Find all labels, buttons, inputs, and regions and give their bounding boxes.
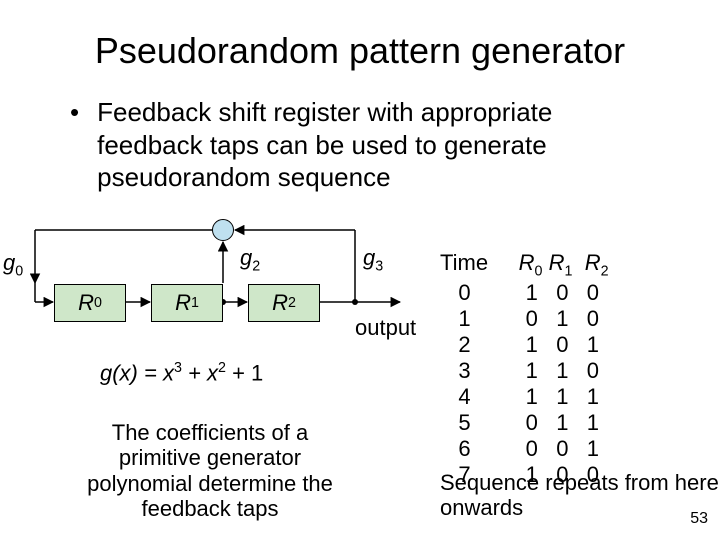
- tap-label-g3: g3: [363, 245, 383, 274]
- generator-polynomial: g(x) = x3 + x2 + 1: [100, 360, 263, 386]
- register-r1: R1: [151, 284, 223, 322]
- page-number: 53: [690, 510, 708, 528]
- tap-label-g0: g0: [3, 250, 23, 279]
- caption-text: The coefficients of a primitive generato…: [75, 420, 345, 521]
- state-table: Time R0 R1 R2 0 1 0 0 1 0 1 0 2 1 0 1 3 …: [440, 250, 609, 488]
- table-row: 2 1 0 1: [440, 332, 609, 358]
- table-row: 6 0 0 1: [440, 436, 609, 462]
- page-title: Pseudorandom pattern generator: [40, 30, 680, 72]
- lfsr-diagram: R0 R1 R2 g0 g2 g3 output: [5, 220, 405, 420]
- slide: Pseudorandom pattern generator • Feedbac…: [0, 0, 720, 540]
- repeat-note: Sequence repeats from here onwards: [440, 470, 720, 521]
- table-row: 3 1 1 0: [440, 358, 609, 384]
- table-row: 4 1 1 1: [440, 384, 609, 410]
- table-row: 0 1 0 0: [440, 280, 609, 306]
- register-r2: R2: [248, 284, 320, 322]
- xor-node: [212, 219, 234, 241]
- table-row: 1 0 1 0: [440, 306, 609, 332]
- tap-label-g2: g2: [240, 245, 260, 274]
- bullet-item: • Feedback shift register with appropria…: [70, 96, 650, 194]
- table-header: Time R0 R1 R2: [440, 250, 609, 280]
- register-r0: R0: [54, 284, 126, 322]
- bullet-text: Feedback shift register with appropriate…: [97, 96, 650, 194]
- output-label: output: [355, 315, 416, 341]
- table-row: 5 0 1 1: [440, 410, 609, 436]
- bullet-dot: •: [70, 96, 79, 194]
